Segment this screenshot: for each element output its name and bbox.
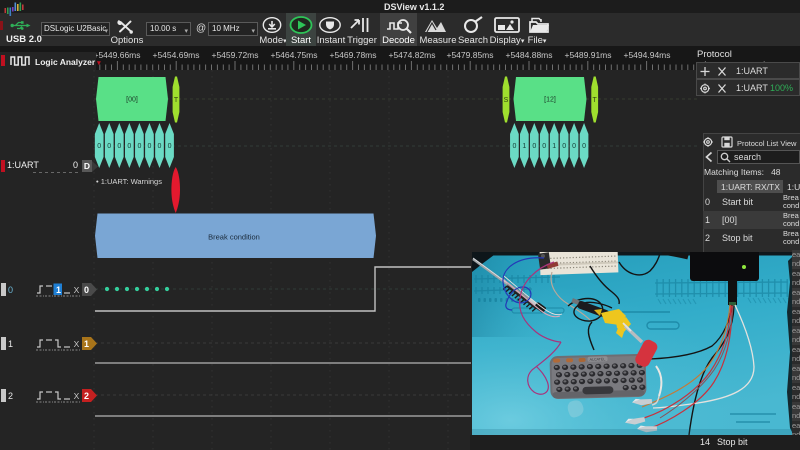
svg-text:0: 0 bbox=[532, 143, 536, 150]
svg-text:0: 0 bbox=[127, 143, 131, 150]
svg-text:X: X bbox=[74, 391, 80, 401]
svg-text:0: 0 bbox=[8, 285, 13, 295]
svg-text:Break condition: Break condition bbox=[208, 233, 260, 242]
svg-text:0: 0 bbox=[84, 285, 89, 295]
svg-text:1: 1 bbox=[522, 143, 526, 150]
svg-text:0: 0 bbox=[542, 143, 546, 150]
svg-text:0: 0 bbox=[137, 143, 141, 150]
svg-text:0: 0 bbox=[107, 143, 111, 150]
svg-text:0: 0 bbox=[168, 143, 172, 150]
svg-text:1: 1 bbox=[84, 339, 89, 349]
svg-text:0: 0 bbox=[562, 143, 566, 150]
svg-text:0: 0 bbox=[158, 143, 162, 150]
svg-text:0: 0 bbox=[512, 143, 516, 150]
svg-text:2: 2 bbox=[8, 391, 13, 401]
svg-text:T: T bbox=[593, 97, 598, 104]
svg-text:0: 0 bbox=[97, 143, 101, 150]
svg-text:1: 1 bbox=[552, 143, 556, 150]
svg-text:2: 2 bbox=[84, 391, 89, 401]
svg-text:ALCATEL: ALCATEL bbox=[590, 357, 606, 361]
svg-text:X: X bbox=[74, 339, 80, 349]
svg-text:0: 0 bbox=[147, 143, 151, 150]
svg-text:X: X bbox=[74, 285, 80, 295]
svg-text:0: 0 bbox=[582, 143, 586, 150]
svg-text:T: T bbox=[174, 97, 179, 104]
svg-text:0: 0 bbox=[117, 143, 121, 150]
svg-text:[00]: [00] bbox=[126, 97, 138, 104]
svg-text:0: 0 bbox=[572, 143, 576, 150]
svg-text:S: S bbox=[504, 97, 509, 104]
svg-text:[12]: [12] bbox=[544, 97, 556, 104]
svg-text:1: 1 bbox=[8, 339, 13, 349]
svg-text:1: 1 bbox=[56, 285, 61, 295]
